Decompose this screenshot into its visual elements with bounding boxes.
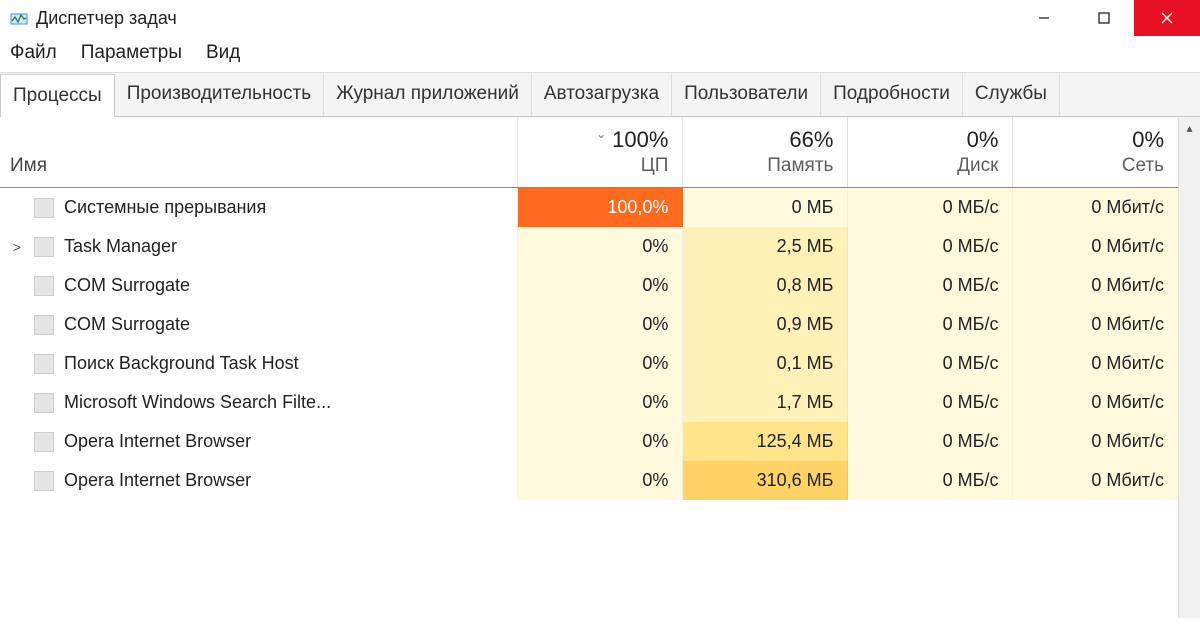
memory-cell: 310,6 МБ [683, 461, 848, 500]
process-name-cell[interactable]: COM Surrogate [0, 305, 518, 344]
memory-cell: 0,1 МБ [683, 344, 848, 383]
tab-0[interactable]: Процессы [0, 74, 115, 117]
process-icon [34, 237, 54, 257]
disk-cell: 0 МБ/с [848, 266, 1013, 305]
process-row[interactable]: Opera Internet Browser 0%310,6 МБ0 МБ/с0 … [0, 461, 1178, 500]
column-header-memory[interactable]: 66% Память [683, 117, 848, 188]
process-name-cell[interactable]: COM Surrogate [0, 266, 518, 305]
cpu-label: ЦП [641, 155, 669, 176]
memory-cell: 1,7 МБ [683, 383, 848, 422]
network-cell: 0 Мбит/с [1013, 227, 1178, 266]
network-cell: 0 Мбит/с [1013, 344, 1178, 383]
disk-cell: 0 МБ/с [848, 227, 1013, 266]
column-header-cpu[interactable]: ⌄ 100% ЦП [518, 117, 683, 188]
disk-cell: 0 МБ/с [848, 305, 1013, 344]
vertical-scrollbar[interactable]: ▴ [1178, 117, 1200, 618]
maximize-button[interactable] [1074, 0, 1134, 36]
network-cell: 0 Мбит/с [1013, 383, 1178, 422]
process-row[interactable]: Opera Internet Browser 0%125,4 МБ0 МБ/с0 … [0, 422, 1178, 461]
process-icon [34, 393, 54, 413]
close-button[interactable] [1134, 0, 1200, 36]
network-cell: 0 Мбит/с [1013, 188, 1178, 228]
process-name: Системные прерывания [64, 197, 266, 218]
memory-label: Память [767, 155, 833, 176]
cpu-cell: 0% [518, 227, 683, 266]
tab-2[interactable]: Журнал приложений [324, 73, 532, 116]
process-icon [34, 198, 54, 218]
column-header-name-label: Имя [10, 155, 47, 176]
menu-view[interactable]: Вид [206, 42, 240, 64]
minimize-button[interactable] [1014, 0, 1074, 36]
process-row[interactable]: COM Surrogate 0%0,8 МБ0 МБ/с0 Мбит/с [0, 266, 1178, 305]
cpu-percent: 100% [612, 127, 668, 152]
process-name: COM Surrogate [64, 275, 190, 296]
disk-percent: 0% [856, 127, 998, 153]
cpu-cell: 0% [518, 305, 683, 344]
process-row[interactable]: > Task Manager 0%2,5 МБ0 МБ/с0 Мбит/с [0, 227, 1178, 266]
tab-6[interactable]: Службы [963, 73, 1060, 116]
memory-cell: 0,9 МБ [683, 305, 848, 344]
process-name-cell[interactable]: Microsoft Windows Search Filte... [0, 383, 518, 422]
column-header-disk[interactable]: 0% Диск [848, 117, 1013, 188]
process-icon [34, 354, 54, 374]
task-manager-icon [10, 9, 28, 27]
memory-cell: 2,5 МБ [683, 227, 848, 266]
memory-cell: 125,4 МБ [683, 422, 848, 461]
sort-indicator-icon: ⌄ [596, 127, 606, 141]
process-name-cell[interactable]: Opera Internet Browser [0, 422, 518, 461]
cpu-cell: 0% [518, 422, 683, 461]
process-name: Поиск Background Task Host [64, 353, 299, 374]
disk-cell: 0 МБ/с [848, 461, 1013, 500]
tab-5[interactable]: Подробности [821, 73, 963, 116]
process-icon [34, 315, 54, 335]
process-row[interactable]: Microsoft Windows Search Filte... 0%1,7 М… [0, 383, 1178, 422]
network-label: Сеть [1122, 155, 1164, 176]
disk-label: Диск [957, 155, 998, 176]
process-icon [34, 471, 54, 491]
process-icon [34, 276, 54, 296]
menu-options[interactable]: Параметры [81, 42, 182, 64]
cpu-cell: 100,0% [518, 188, 683, 228]
process-row[interactable]: Поиск Background Task Host 0%0,1 МБ0 МБ/с… [0, 344, 1178, 383]
network-percent: 0% [1021, 127, 1164, 153]
process-name: Opera Internet Browser [64, 470, 251, 491]
memory-percent: 66% [691, 127, 833, 153]
memory-cell: 0 МБ [683, 188, 848, 228]
column-header-name[interactable]: Имя [0, 117, 518, 188]
tab-4[interactable]: Пользователи [672, 73, 821, 116]
cpu-cell: 0% [518, 266, 683, 305]
tab-3[interactable]: Автозагрузка [532, 73, 672, 116]
column-header-network[interactable]: 0% Сеть [1013, 117, 1178, 188]
process-icon [34, 432, 54, 452]
process-name: Task Manager [64, 236, 177, 257]
process-row[interactable]: Системные прерывания 100,0%0 МБ0 МБ/с0 Мб… [0, 188, 1178, 228]
disk-cell: 0 МБ/с [848, 188, 1013, 228]
process-name-cell[interactable]: Opera Internet Browser [0, 461, 518, 500]
process-name-cell[interactable]: > Task Manager [0, 227, 518, 266]
process-name-cell[interactable]: Системные прерывания [0, 188, 518, 228]
process-row[interactable]: COM Surrogate 0%0,9 МБ0 МБ/с0 Мбит/с [0, 305, 1178, 344]
network-cell: 0 Мбит/с [1013, 305, 1178, 344]
process-name: COM Surrogate [64, 314, 190, 335]
memory-cell: 0,8 МБ [683, 266, 848, 305]
network-cell: 0 Мбит/с [1013, 266, 1178, 305]
cpu-cell: 0% [518, 383, 683, 422]
process-name: Opera Internet Browser [64, 431, 251, 452]
cpu-cell: 0% [518, 344, 683, 383]
tab-1[interactable]: Производительность [115, 73, 324, 116]
disk-cell: 0 МБ/с [848, 422, 1013, 461]
network-cell: 0 Мбит/с [1013, 422, 1178, 461]
scroll-up-icon[interactable]: ▴ [1179, 117, 1200, 139]
disk-cell: 0 МБ/с [848, 344, 1013, 383]
expand-icon[interactable]: > [10, 239, 24, 255]
network-cell: 0 Мбит/с [1013, 461, 1178, 500]
cpu-cell: 0% [518, 461, 683, 500]
process-name-cell[interactable]: Поиск Background Task Host [0, 344, 518, 383]
window-title: Диспетчер задач [36, 8, 177, 29]
process-name: Microsoft Windows Search Filte... [64, 392, 331, 413]
disk-cell: 0 МБ/с [848, 383, 1013, 422]
menu-file[interactable]: Файл [10, 42, 57, 64]
